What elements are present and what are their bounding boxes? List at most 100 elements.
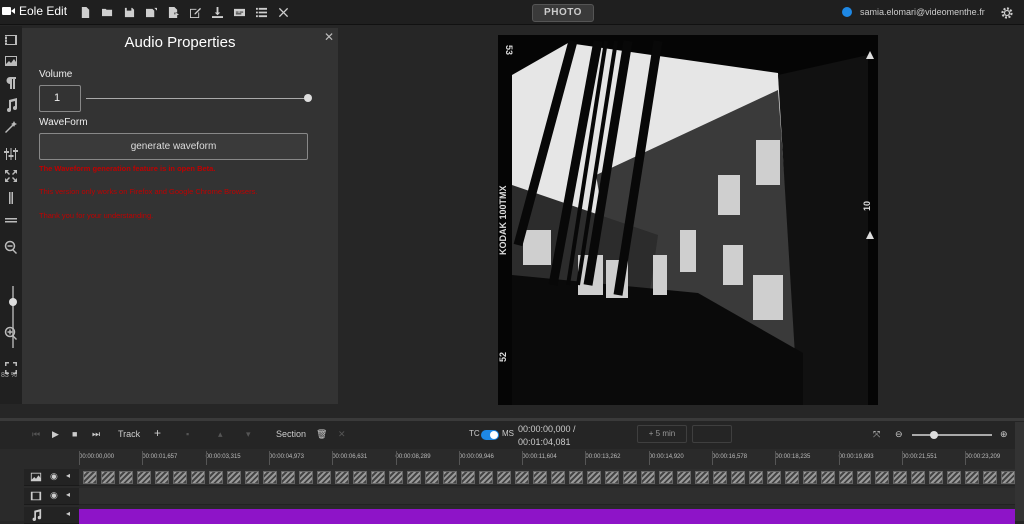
photo-clip-thumbnail[interactable] (839, 471, 853, 484)
edit-icon[interactable] (184, 6, 206, 19)
visibility-eye-icon[interactable]: ◉ (50, 471, 58, 482)
track-up-icon[interactable]: ▴ (218, 429, 223, 440)
photo-clip-thumbnail[interactable] (155, 471, 169, 484)
track-down-icon[interactable]: ▾ (246, 429, 251, 440)
zoom-slider-handle[interactable] (9, 298, 17, 306)
save-as-icon[interactable] (140, 6, 162, 19)
volume-input[interactable]: 1 (39, 85, 81, 112)
photo-clip-thumbnail[interactable] (137, 471, 151, 484)
photo-clip-thumbnail[interactable] (551, 471, 565, 484)
subtitle-icon[interactable] (228, 6, 250, 19)
download-icon[interactable] (206, 6, 228, 19)
folder-open-icon[interactable] (96, 6, 118, 19)
photo-clip-thumbnail[interactable] (425, 471, 439, 484)
image-icon[interactable] (4, 54, 18, 68)
photo-mode-button[interactable]: PHOTO (532, 4, 594, 22)
tc-ms-toggle[interactable] (481, 430, 499, 440)
photo-clip-thumbnail[interactable] (605, 471, 619, 484)
panel-close-icon[interactable]: ✕ (324, 30, 334, 44)
timeline-ruler[interactable]: 00:00:00,000 00:00:01,657 00:00:03,315 00:0… (79, 451, 1024, 467)
photo-clip-thumbnail[interactable] (965, 471, 979, 484)
photo-clip-thumbnail[interactable] (767, 471, 781, 484)
video-track[interactable] (79, 488, 1015, 505)
photo-clip-thumbnail[interactable] (713, 471, 727, 484)
photo-clip-thumbnail[interactable] (299, 471, 313, 484)
photo-clip-thumbnail[interactable] (515, 471, 529, 484)
photo-clip-thumbnail[interactable] (227, 471, 241, 484)
skip-back-icon[interactable]: ⏮ (32, 429, 40, 440)
list-icon[interactable] (250, 6, 272, 19)
photo-clip-thumbnail[interactable] (407, 471, 421, 484)
photo-clip-thumbnail[interactable] (929, 471, 943, 484)
photo-clip-thumbnail[interactable] (893, 471, 907, 484)
photo-clip-thumbnail[interactable] (677, 471, 691, 484)
zoom-in-icon[interactable] (4, 326, 18, 340)
photo-clip-thumbnail[interactable] (83, 471, 97, 484)
clear-section-icon[interactable]: ✕ (338, 429, 346, 440)
split-icon[interactable] (4, 191, 18, 205)
photo-clip-thumbnail[interactable] (209, 471, 223, 484)
photo-clip-thumbnail[interactable] (749, 471, 763, 484)
delete-section-icon[interactable]: 🗑 (316, 429, 327, 440)
photo-clip-thumbnail[interactable] (947, 471, 961, 484)
audio-clip[interactable] (79, 509, 1015, 524)
volume-icon[interactable]: ◂ (66, 471, 70, 480)
photo-clip-thumbnail[interactable] (983, 471, 997, 484)
time-step-value[interactable] (692, 425, 732, 443)
volume-icon[interactable]: ◂ (66, 490, 70, 499)
photo-clip-thumbnail[interactable] (263, 471, 277, 484)
photo-clip-thumbnail[interactable] (821, 471, 835, 484)
magic-wand-icon[interactable] (4, 120, 18, 134)
photo-clip-thumbnail[interactable] (479, 471, 493, 484)
photo-clip-thumbnail[interactable] (119, 471, 133, 484)
photo-clip-thumbnail[interactable] (911, 471, 925, 484)
volume-slider[interactable] (86, 98, 308, 99)
photo-clip-thumbnail[interactable] (101, 471, 115, 484)
photo-clip-thumbnail[interactable] (659, 471, 673, 484)
photo-clip-thumbnail[interactable] (245, 471, 259, 484)
skip-forward-icon[interactable]: ⏭ (92, 429, 100, 440)
zoom-out-icon[interactable] (4, 240, 18, 254)
visibility-eye-icon[interactable]: ◉ (50, 490, 58, 501)
photo-clip-thumbnail[interactable] (353, 471, 367, 484)
timeline-zoom-in-icon[interactable]: ⊕ (1000, 429, 1008, 440)
timeline-zoom-handle[interactable] (930, 431, 938, 439)
timeline-zoom-slider[interactable] (912, 431, 992, 439)
save-icon[interactable] (118, 6, 140, 19)
photo-clip-thumbnail[interactable] (875, 471, 889, 484)
photo-clip-thumbnail[interactable] (371, 471, 385, 484)
image-track[interactable] (79, 469, 1015, 486)
transform-icon[interactable] (4, 169, 18, 183)
photo-clip-thumbnail[interactable] (569, 471, 583, 484)
photo-clip-thumbnail[interactable] (389, 471, 403, 484)
photo-clip-thumbnail[interactable] (623, 471, 637, 484)
volume-icon[interactable]: ◂ (66, 509, 70, 518)
add-track-button[interactable]: + (154, 426, 161, 440)
paragraph-icon[interactable] (4, 76, 18, 90)
timeline-scrollbar[interactable] (1015, 422, 1024, 521)
photo-clip-thumbnail[interactable] (731, 471, 745, 484)
user-info[interactable]: samia.elomari@videomenthe.fr (842, 7, 985, 17)
photo-clip-thumbnail[interactable] (803, 471, 817, 484)
generate-waveform-button[interactable]: generate waveform (39, 133, 308, 160)
music-icon[interactable] (4, 98, 18, 112)
file-icon[interactable] (74, 6, 96, 19)
export-icon[interactable] (162, 6, 184, 19)
photo-clip-thumbnail[interactable] (695, 471, 709, 484)
photo-clip-thumbnail[interactable] (191, 471, 205, 484)
time-step-select[interactable]: + 5 min (637, 425, 687, 443)
film-strip-icon[interactable] (4, 33, 18, 47)
delete-track-icon[interactable]: ▪ (186, 429, 189, 439)
photo-clip-thumbnail[interactable] (281, 471, 295, 484)
timeline-zoom-out-icon[interactable]: ⊖ (895, 429, 903, 440)
menu-icon[interactable] (4, 213, 18, 227)
photo-clip-thumbnail[interactable] (641, 471, 655, 484)
photo-clip-thumbnail[interactable] (533, 471, 547, 484)
gear-icon[interactable] (1001, 7, 1013, 19)
photo-clip-thumbnail[interactable] (173, 471, 187, 484)
photo-clip-thumbnail[interactable] (587, 471, 601, 484)
photo-clip-thumbnail[interactable] (335, 471, 349, 484)
photo-clip-thumbnail[interactable] (461, 471, 475, 484)
sliders-icon[interactable] (4, 147, 18, 161)
photo-clip-thumbnail[interactable] (443, 471, 457, 484)
